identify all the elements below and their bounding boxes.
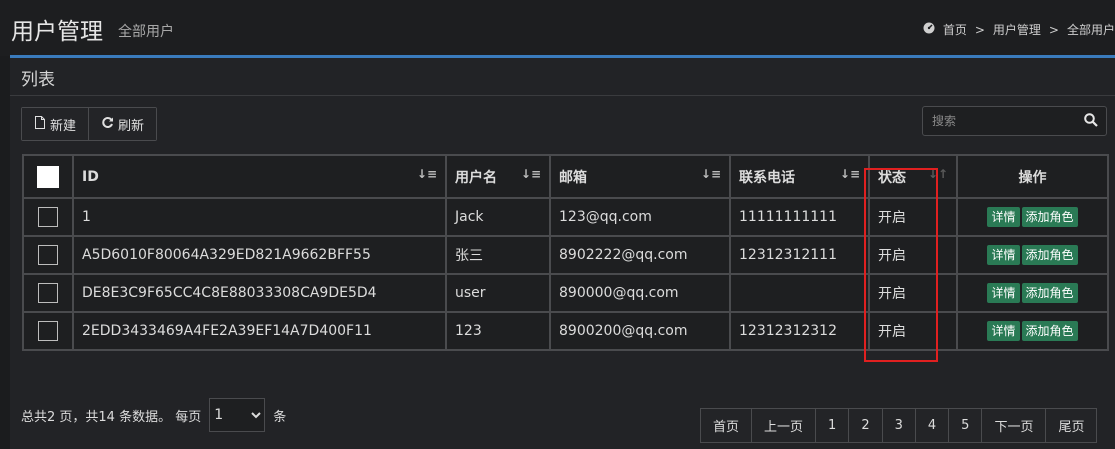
cell-status: 开启 bbox=[868, 273, 958, 313]
add-role-button[interactable]: 添加角色 bbox=[1021, 245, 1078, 265]
detail-button[interactable]: 详情 bbox=[987, 245, 1020, 265]
breadcrumb-user-management-link[interactable]: 用户管理 bbox=[993, 21, 1041, 38]
list-panel: 列表 新建 刷新 ID↓≡ 用户名↓ bbox=[10, 58, 1115, 449]
sort-icon[interactable]: ↓≡ bbox=[840, 167, 860, 181]
cell-status: 开启 bbox=[868, 197, 958, 237]
row-checkbox[interactable] bbox=[38, 207, 58, 227]
table-row: 2EDD3433469A4FE2A39EF14A7D400F11 123 890… bbox=[22, 311, 1109, 351]
table-row: A5D6010F80064A329ED821A9662BFF55 张三 8902… bbox=[22, 235, 1109, 275]
panel-title: 列表 bbox=[21, 70, 55, 90]
cell-email: 8900200@qq.com bbox=[549, 311, 731, 351]
pagination-summary: 总共2 页，共14 条数据。 每页 1 条 bbox=[21, 398, 286, 432]
row-select-cell bbox=[22, 273, 74, 313]
cell-phone: 12312312111 bbox=[729, 235, 870, 275]
detail-button[interactable]: 详情 bbox=[987, 207, 1020, 227]
column-header-username[interactable]: 用户名 ↓≡ bbox=[445, 154, 551, 199]
pagination: 首页 上一页 1 2 3 4 5 下一页 尾页 bbox=[700, 408, 1098, 443]
search-input[interactable] bbox=[923, 108, 1084, 134]
new-button-label: 新建 bbox=[50, 118, 77, 134]
column-header-phone[interactable]: 联系电话 ↓≡ bbox=[729, 154, 870, 199]
user-table: ID ↓≡ 用户名 ↓≡ 邮箱 ↓≡ 联系电话 ↓≡ 状态 ↓↑ 操作 1 Jack 12… bbox=[22, 154, 1109, 351]
cell-id: DE8E3C9F65CC4C8E88033308CA9DE5D4 bbox=[72, 273, 447, 313]
page-header: 用户管理 全部用户 首页 > 用户管理 > 全部用户 bbox=[0, 0, 1115, 56]
cell-email: 890000@qq.com bbox=[549, 273, 731, 313]
column-header-status[interactable]: 状态 ↓↑ bbox=[868, 154, 958, 199]
cell-phone bbox=[729, 273, 870, 313]
cell-actions: 详情 添加角色 bbox=[956, 197, 1109, 237]
add-role-button[interactable]: 添加角色 bbox=[1021, 321, 1078, 341]
page-number-button[interactable]: 4 bbox=[914, 409, 949, 442]
pagination-summary-text: 总共2 页，共14 条数据。 每页 bbox=[21, 409, 202, 425]
search-box bbox=[922, 106, 1107, 136]
cell-email: 8902222@qq.com bbox=[549, 235, 731, 275]
table-header-row: ID ↓≡ 用户名 ↓≡ 邮箱 ↓≡ 联系电话 ↓≡ 状态 ↓↑ 操作 bbox=[22, 154, 1109, 199]
row-select-cell bbox=[22, 197, 74, 237]
cell-actions: 详情 添加角色 bbox=[956, 311, 1109, 351]
column-header-email[interactable]: 邮箱 ↓≡ bbox=[549, 154, 731, 199]
page-number-button[interactable]: 2 bbox=[848, 409, 882, 442]
page-subtitle: 全部用户 bbox=[118, 24, 174, 40]
table-row: DE8E3C9F65CC4C8E88033308CA9DE5D4 user 89… bbox=[22, 273, 1109, 313]
page-title: 用户管理 bbox=[11, 19, 103, 45]
cell-email: 123@qq.com bbox=[549, 197, 731, 237]
row-select-cell bbox=[22, 235, 74, 275]
search-icon[interactable] bbox=[1084, 113, 1098, 131]
select-all-checkbox[interactable] bbox=[37, 165, 59, 188]
breadcrumb-separator: > bbox=[1048, 22, 1059, 37]
cell-username: 123 bbox=[445, 311, 551, 351]
row-checkbox[interactable] bbox=[38, 245, 58, 265]
column-header-actions: 操作 bbox=[956, 154, 1109, 199]
cell-phone: 12312312312 bbox=[729, 311, 870, 351]
cell-status: 开启 bbox=[868, 235, 958, 275]
toolbar: 新建 刷新 bbox=[21, 107, 158, 141]
refresh-button-label: 刷新 bbox=[118, 118, 145, 134]
cell-id: A5D6010F80064A329ED821A9662BFF55 bbox=[72, 235, 447, 275]
page-last-button[interactable]: 尾页 bbox=[1045, 409, 1097, 442]
cell-username: Jack bbox=[445, 197, 551, 237]
add-role-button[interactable]: 添加角色 bbox=[1021, 207, 1078, 227]
breadcrumb-home-link[interactable]: 首页 bbox=[943, 21, 967, 38]
page-number-button[interactable]: 5 bbox=[948, 409, 982, 442]
page-size-unit: 条 bbox=[273, 409, 287, 425]
row-checkbox[interactable] bbox=[38, 283, 58, 303]
file-icon bbox=[34, 115, 46, 133]
cell-actions: 详情 添加角色 bbox=[956, 273, 1109, 313]
sort-icon[interactable]: ↓≡ bbox=[701, 167, 721, 181]
page-number-button[interactable]: 1 bbox=[815, 409, 849, 442]
sort-icon[interactable]: ↓≡ bbox=[521, 167, 541, 181]
cell-id: 1 bbox=[72, 197, 447, 237]
refresh-button[interactable]: 刷新 bbox=[88, 108, 157, 140]
refresh-icon bbox=[101, 116, 114, 133]
cell-id: 2EDD3433469A4FE2A39EF14A7D400F11 bbox=[72, 311, 447, 351]
row-checkbox[interactable] bbox=[38, 321, 58, 341]
cell-actions: 详情 添加角色 bbox=[956, 235, 1109, 275]
detail-button[interactable]: 详情 bbox=[987, 321, 1020, 341]
page-prev-button[interactable]: 上一页 bbox=[751, 409, 816, 442]
breadcrumb-separator: > bbox=[974, 22, 985, 37]
breadcrumb: 首页 > 用户管理 > 全部用户 bbox=[923, 21, 1115, 38]
new-button[interactable]: 新建 bbox=[22, 108, 89, 140]
breadcrumb-current: 全部用户 bbox=[1066, 23, 1115, 37]
cell-username: 张三 bbox=[445, 235, 551, 275]
cell-status: 开启 bbox=[868, 311, 958, 351]
page-next-button[interactable]: 下一页 bbox=[981, 409, 1046, 442]
cell-phone: 11111111111 bbox=[729, 197, 870, 237]
detail-button[interactable]: 详情 bbox=[987, 283, 1020, 303]
sort-icon[interactable]: ↓≡ bbox=[417, 167, 437, 181]
dashboard-icon bbox=[923, 22, 935, 37]
panel-header: 列表 bbox=[10, 58, 1115, 96]
page-number-button[interactable]: 3 bbox=[881, 409, 915, 442]
row-select-cell bbox=[22, 311, 74, 351]
sort-icon[interactable]: ↓↑ bbox=[928, 167, 948, 181]
add-role-button[interactable]: 添加角色 bbox=[1021, 283, 1078, 303]
cell-username: user bbox=[445, 273, 551, 313]
column-header-id[interactable]: ID ↓≡ bbox=[72, 154, 447, 199]
select-all-cell bbox=[22, 154, 74, 199]
page-first-button[interactable]: 首页 bbox=[701, 409, 752, 442]
page-size-select[interactable]: 1 bbox=[209, 398, 266, 432]
table-row: 1 Jack 123@qq.com 11111111111 开启 详情 添加角色 bbox=[22, 197, 1109, 237]
